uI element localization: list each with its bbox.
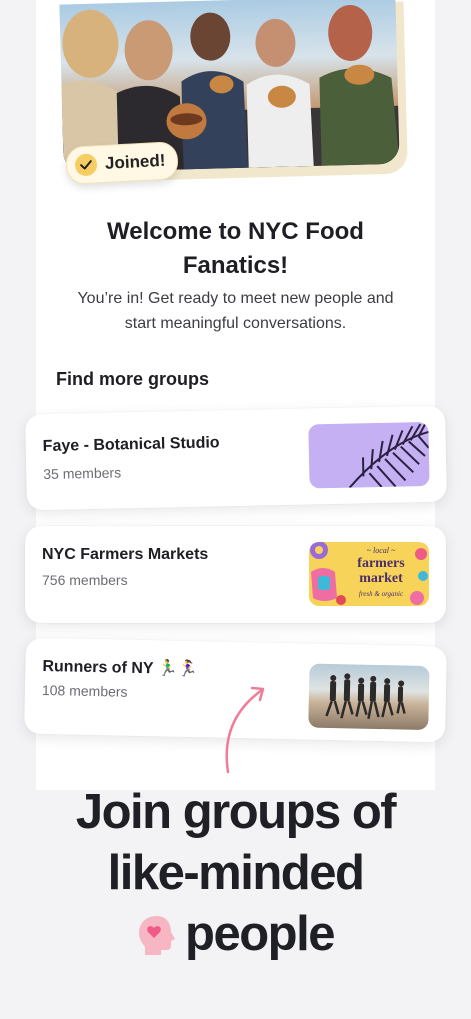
group-members: 35 members	[43, 464, 122, 483]
head-heart-icon	[137, 910, 177, 971]
group-name: Runners of NY 🏃‍♂️🏃‍♀️	[42, 657, 198, 679]
check-icon	[74, 153, 98, 177]
thumb-bottom-text: fresh & organic	[358, 590, 404, 598]
thumb-line2: market	[359, 571, 403, 586]
thumb-line1: farmers	[357, 556, 405, 571]
find-more-groups-heading: Find more groups	[56, 369, 209, 389]
palm-leaf-icon	[348, 421, 430, 489]
group-members: 756 members	[42, 572, 128, 588]
welcome-subtitle: You’re in! Get ready to meet new people …	[77, 290, 394, 332]
group-members: 108 members	[41, 681, 128, 700]
botanical-thumbnail	[308, 421, 430, 489]
joined-badge-label: Joined!	[104, 150, 166, 173]
tagline-line2: like-minded	[107, 846, 365, 900]
group-card-farmers-markets[interactable]: NYC Farmers Markets 756 members ~ local …	[25, 526, 446, 623]
welcome-title: Welcome to NYC Food Fanatics!	[107, 218, 364, 279]
group-card-botanical[interactable]: Faye - Botanical Studio 35 members	[25, 405, 447, 511]
joined-badge: Joined!	[65, 141, 180, 185]
thumb-top-text: ~ local ~	[366, 546, 396, 555]
runners-thumbnail	[308, 663, 430, 731]
tagline: Join groups of like-minded people	[0, 782, 471, 971]
group-name: NYC Farmers Markets	[42, 546, 209, 563]
group-name: Faye - Botanical Studio	[42, 434, 220, 456]
runners-illustration	[325, 673, 406, 720]
farmers-market-thumbnail: ~ local ~ farmers market fresh & organic	[309, 542, 429, 606]
tagline-line1: Join groups of	[75, 785, 397, 839]
tagline-line3: people	[185, 907, 335, 961]
curved-arrow-icon	[225, 686, 265, 774]
